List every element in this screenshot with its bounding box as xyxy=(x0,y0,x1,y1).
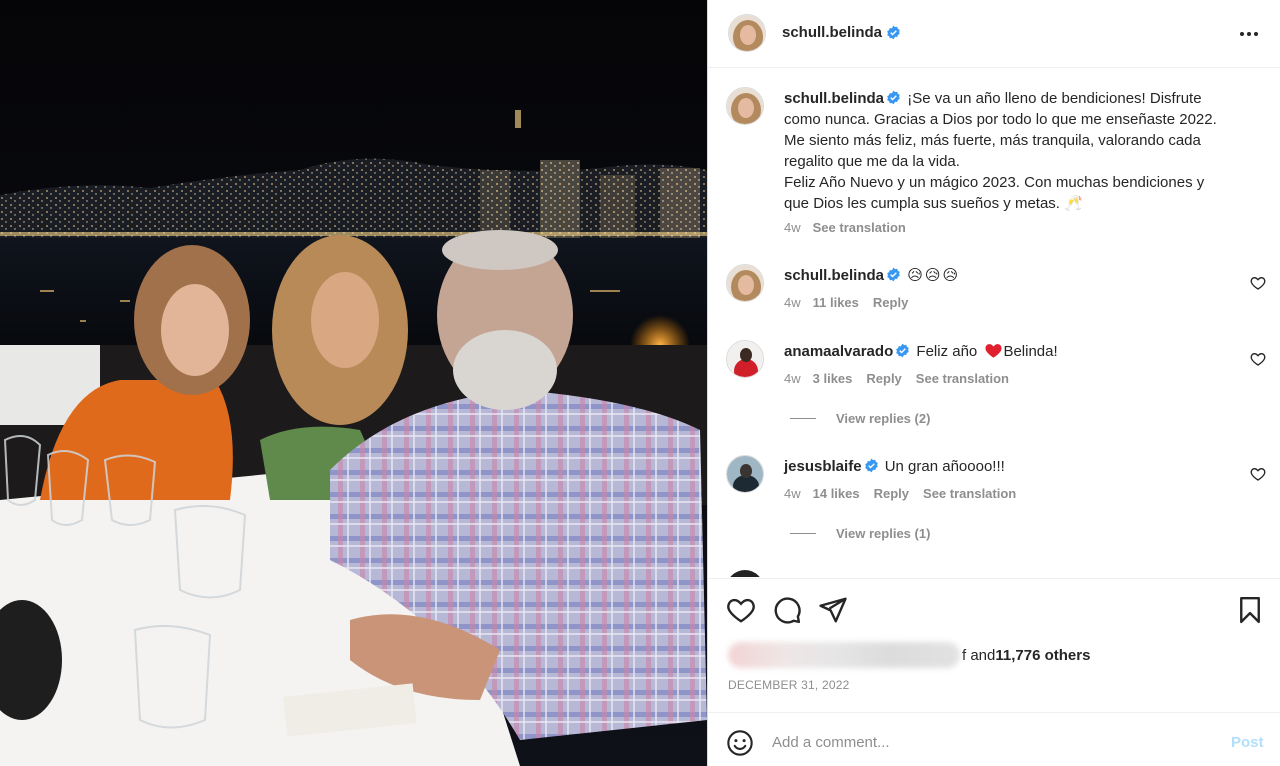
comment-text: schull.belinda 😥😥😥 xyxy=(784,265,1236,286)
caption-text: schull.belinda ¡Se va un año lleno de be… xyxy=(784,88,1236,214)
reply-button[interactable]: Reply xyxy=(873,295,908,310)
likes-count[interactable]: 11,776 others xyxy=(995,647,1090,664)
like-comment-heart-icon[interactable] xyxy=(1250,351,1266,367)
comment-meta: 4w 3 likes Reply See translation xyxy=(784,371,1023,386)
comment-likes[interactable]: 3 likes xyxy=(813,371,853,386)
share-paper-plane-icon[interactable] xyxy=(818,595,848,625)
replies-divider xyxy=(790,418,816,419)
verified-badge-icon xyxy=(887,25,900,40)
caption-avatar[interactable] xyxy=(726,87,764,125)
verified-badge-icon xyxy=(896,343,909,358)
comment-timestamp[interactable]: 4w xyxy=(784,486,801,501)
comments-scroll-area[interactable]: schull.belinda ¡Se va un año lleno de be… xyxy=(708,69,1280,577)
caption-line: Me siento más feliz, más fuerte, más tra… xyxy=(784,132,1201,149)
view-replies-button[interactable]: View replies (1) xyxy=(790,526,930,541)
post-view: schull.belinda schull.belinda ¡Se va un … xyxy=(0,0,1280,766)
comment-body: Feliz año xyxy=(916,343,982,360)
caption-line: como nunca. Gracias a Dios por todo lo q… xyxy=(784,111,1217,128)
like-comment-heart-icon[interactable] xyxy=(1250,466,1266,482)
comment-timestamp[interactable]: 4w xyxy=(784,295,801,310)
comment-likes[interactable]: 14 likes xyxy=(813,486,860,501)
post-date[interactable]: DECEMBER 31, 2022 xyxy=(728,678,849,692)
verified-badge-icon xyxy=(887,267,900,282)
comment-timestamp[interactable]: 4w xyxy=(784,371,801,386)
add-comment-bar: Post xyxy=(708,712,1280,766)
see-translation-link[interactable]: See translation xyxy=(916,371,1009,386)
caption-meta: 4w See translation xyxy=(784,220,920,235)
caption-line: Feliz Año Nuevo y un mágico 2023. Con mu… xyxy=(784,174,1205,191)
save-bookmark-icon[interactable] xyxy=(1235,595,1265,625)
comment-username[interactable]: schull.belinda xyxy=(784,267,884,284)
comment-meta: 4w 11 likes Reply xyxy=(784,295,922,310)
post-actions-bar xyxy=(708,578,1280,640)
comment-body: 😥😥😥 xyxy=(907,267,961,284)
view-replies-label: View replies (1) xyxy=(836,526,931,541)
emoji-smiley-icon[interactable] xyxy=(726,729,754,757)
author-username[interactable]: schull.belinda xyxy=(782,24,882,41)
view-replies-button[interactable]: View replies (2) xyxy=(790,411,930,426)
view-replies-label: View replies (2) xyxy=(836,411,931,426)
caption-line: regalito que me da la vida. xyxy=(784,153,960,170)
post-side-panel: schull.belinda schull.belinda ¡Se va un … xyxy=(707,0,1280,766)
like-comment-heart-icon[interactable] xyxy=(1250,275,1266,291)
post-header: schull.belinda xyxy=(708,0,1280,68)
replies-divider xyxy=(790,533,816,534)
red-heart-emoji-icon xyxy=(985,344,1002,358)
comment-body: Un gran añoooo!!! xyxy=(884,458,1005,475)
caption-username[interactable]: schull.belinda xyxy=(784,90,884,107)
comment-body: Belinda! xyxy=(1003,343,1058,360)
comment-bubble-icon[interactable] xyxy=(772,595,802,625)
comment-username[interactable]: anamaalvarado xyxy=(784,343,893,360)
caption-timestamp[interactable]: 4w xyxy=(784,220,801,235)
like-heart-icon[interactable] xyxy=(726,595,756,625)
post-comment-button[interactable]: Post xyxy=(1231,734,1264,751)
comment-meta: 4w 14 likes Reply See translation xyxy=(784,486,1030,501)
caption-line: que Dios les cumpla sus sueños y metas. … xyxy=(784,195,1083,212)
comment-text: jesusblaife Un gran añoooo!!! xyxy=(784,456,1236,477)
reply-button[interactable]: Reply xyxy=(874,486,909,501)
photo-image xyxy=(0,0,707,766)
see-translation-link[interactable]: See translation xyxy=(813,220,906,235)
author-avatar[interactable] xyxy=(728,14,766,52)
likes-summary[interactable]: f and 11,776 others xyxy=(728,642,1090,668)
blurred-liker-names xyxy=(728,642,960,668)
comment-text: anamaalvarado Feliz año Belinda! xyxy=(784,341,1236,362)
post-photo[interactable] xyxy=(0,0,707,766)
verified-badge-icon xyxy=(864,458,878,473)
comment-likes[interactable]: 11 likes xyxy=(813,295,859,310)
verified-badge-icon xyxy=(887,90,900,105)
commenter-avatar[interactable] xyxy=(726,264,764,302)
reply-button[interactable]: Reply xyxy=(866,371,901,386)
caption-line: ¡Se va un año lleno de bendiciones! Disf… xyxy=(907,90,1202,107)
commenter-avatar[interactable] xyxy=(726,570,764,577)
commenter-avatar[interactable] xyxy=(726,455,764,493)
comment-input[interactable] xyxy=(772,727,1212,757)
likes-prefix: f and xyxy=(962,646,996,664)
comment-username[interactable]: jesusblaife xyxy=(784,458,862,475)
commenter-avatar[interactable] xyxy=(726,340,764,378)
see-translation-link[interactable]: See translation xyxy=(923,486,1016,501)
more-options-icon[interactable] xyxy=(1231,22,1267,46)
